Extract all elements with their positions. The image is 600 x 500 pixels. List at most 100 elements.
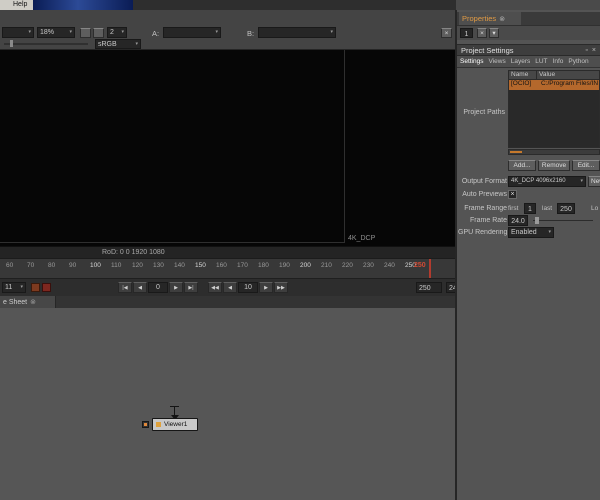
tab-lut[interactable]: LUT [535, 58, 547, 65]
viewer-layer-combo[interactable]: ▾ [2, 27, 34, 38]
project-paths-label: Project Paths [463, 109, 505, 116]
input-a-combo[interactable]: ▾ [163, 27, 221, 38]
close-tab-icon[interactable]: ⊗ [499, 15, 505, 23]
timeline-tick: 90 [69, 262, 77, 269]
playback-range-end-field[interactable]: 250 [416, 282, 442, 293]
chevron-down-icon: ▾ [580, 178, 583, 184]
prev-frame-button[interactable]: ◀ [223, 282, 237, 293]
frame-range-row: Frame Range first 1 last 250 Lo [457, 203, 600, 215]
dopesheet-tab-bar: e Sheet ⊗ [0, 296, 456, 308]
column-header-name[interactable]: Name [509, 71, 537, 79]
transport-bar: 11 ▾ |◀ ◀ 0 ▶ ▶| ◀◀ ◀ 10 ▶ ▶▶ 250 24 [0, 278, 456, 296]
next-frame-button[interactable]: ▶ [259, 282, 273, 293]
tab-settings[interactable]: Settings [460, 58, 484, 65]
zoom-value: 18% [40, 29, 55, 36]
project-settings-header: Project Settings ▫ × [457, 44, 600, 56]
tab-layers[interactable]: Layers [511, 58, 531, 65]
frame-rate-field[interactable]: 24.0 [508, 215, 528, 226]
tab-dope-sheet[interactable]: e Sheet ⊗ [0, 296, 56, 308]
zoom-combo[interactable]: 18% ▾ [37, 27, 75, 38]
in-marker-icon[interactable] [31, 283, 40, 292]
tab-python[interactable]: Python [568, 58, 588, 65]
gain-spinbox[interactable]: 2 ▾ [107, 27, 127, 38]
frame-increment-value: 11 [5, 284, 13, 291]
timeline-ruler[interactable]: 60 70 80 90 100 110 120 130 140 150 160 … [0, 258, 456, 278]
gain-slider[interactable] [4, 43, 88, 45]
tab-properties[interactable]: Properties ⊗ [459, 12, 521, 25]
output-format-combo[interactable]: 4K_DCP 4096x2160 ▾ [508, 176, 586, 187]
column-header-value[interactable]: Value [537, 71, 599, 79]
viewer-node[interactable]: Viewer1 [152, 418, 198, 431]
prev-increment-button[interactable]: ◀◀ [208, 282, 222, 293]
viewer-node-label: Viewer1 [164, 421, 188, 428]
play-forward-button[interactable]: ▶ [169, 282, 183, 293]
out-marker-icon[interactable] [42, 283, 51, 292]
gpu-rendering-value: Enabled [511, 229, 537, 236]
play-backward-button[interactable]: ◀ [133, 282, 147, 293]
next-increment-button[interactable]: ▶▶ [274, 282, 288, 293]
node-graph[interactable]: Viewer1 [0, 308, 456, 500]
project-paths-table[interactable]: Name Value [OCIO] C:/Program Files/IN [508, 70, 600, 148]
node-input-connector-icon[interactable] [142, 421, 149, 428]
timeline-tick: 60 [6, 262, 14, 269]
close-all-panels-icon[interactable]: × [477, 28, 487, 38]
tab-views[interactable]: Views [489, 58, 506, 65]
lock-range-label: Lo [591, 205, 599, 212]
panel-menu-icon[interactable]: ▾ [489, 28, 499, 38]
properties-toolbar: 1 × ▾ [457, 25, 600, 40]
connector-dot-icon [144, 423, 147, 426]
clip-to-format-icon[interactable] [80, 28, 91, 38]
path-name-cell: [OCIO] [511, 80, 532, 87]
output-format-value: 4K_DCP 4096x2160 [511, 178, 566, 184]
goto-start-button[interactable]: |◀ [118, 282, 132, 293]
timeline-tick: 80 [48, 262, 56, 269]
frame-rate-slider[interactable] [533, 220, 593, 221]
output-format-label: Output Format [461, 178, 507, 185]
format-bounds [0, 50, 345, 243]
gpu-rendering-combo[interactable]: Enabled ▾ [508, 227, 554, 238]
chevron-down-icon: ▾ [69, 29, 72, 35]
current-frame-field[interactable]: 0 [148, 282, 168, 293]
close-panel-icon[interactable]: × [592, 47, 596, 54]
new-format-button[interactable]: New [588, 176, 600, 187]
viewer-close-icon[interactable]: × [441, 28, 452, 38]
colorspace-combo[interactable]: sRGB ▾ [95, 39, 141, 49]
table-row[interactable]: [OCIO] C:/Program Files/IN [509, 80, 599, 90]
playhead[interactable] [429, 259, 431, 278]
add-path-button[interactable]: Add... [508, 160, 536, 171]
auto-previews-label: Auto Previews [462, 191, 507, 198]
remove-path-button[interactable]: Remove [538, 160, 570, 171]
scrollbar-handle[interactable] [510, 151, 522, 153]
frame-range-first-field[interactable]: 1 [524, 203, 536, 214]
goto-end-button[interactable]: ▶| [184, 282, 198, 293]
table-hscrollbar[interactable] [508, 149, 600, 155]
timeline-tick: 230 [363, 262, 374, 269]
gain-slider-handle[interactable] [10, 40, 13, 47]
viewer-canvas[interactable]: 4K_DCP [0, 50, 456, 246]
topbar-right-segment [456, 0, 600, 10]
close-tab-icon[interactable]: ⊗ [30, 298, 36, 306]
timeline-tick: 110 [111, 262, 122, 269]
panel-title: Project Settings [461, 45, 514, 55]
input-b-combo[interactable]: ▾ [258, 27, 336, 38]
timeline-tick: 200 [300, 262, 311, 269]
frame-range-last-field[interactable]: 250 [557, 203, 575, 214]
menu-help[interactable]: Help [0, 0, 33, 10]
colorspace-value: sRGB [98, 40, 117, 48]
chevron-down-icon: ▾ [20, 284, 23, 290]
output-format-row: Output Format 4K_DCP 4096x2160 ▾ New [457, 176, 600, 188]
auto-previews-checkbox[interactable]: × [508, 190, 517, 199]
max-panels-field[interactable]: 1 [460, 28, 473, 38]
properties-tab-bar: Properties ⊗ [457, 12, 600, 25]
timeline-tick: 160 [216, 262, 227, 269]
frame-rate-slider-handle[interactable] [535, 217, 539, 224]
tab-info[interactable]: Info [553, 58, 564, 65]
frame-increment-combo[interactable]: 11 ▾ [2, 282, 26, 293]
full-frame-icon[interactable] [93, 28, 104, 38]
frame-step-field[interactable]: 10 [238, 282, 258, 293]
tab-dope-sheet-label: e Sheet [3, 298, 28, 306]
float-panel-icon[interactable]: ▫ [585, 47, 587, 54]
edit-path-button[interactable]: Edit... [572, 160, 600, 171]
chevron-down-icon: ▾ [135, 40, 138, 47]
input-b-label: B: [247, 29, 255, 38]
